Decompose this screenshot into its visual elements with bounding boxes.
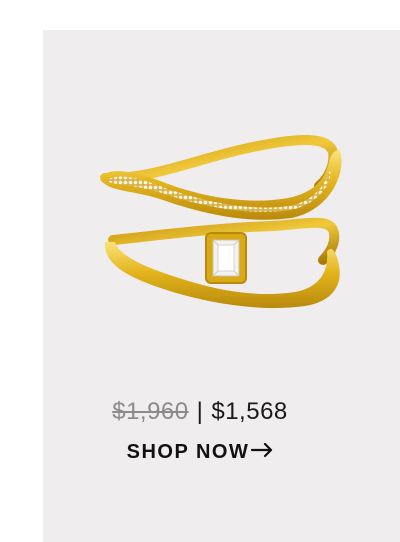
arrow-right-icon [251, 435, 273, 467]
sale-price: $1,568 [211, 398, 288, 425]
shop-now-link[interactable]: SHOP NOW [43, 436, 357, 469]
shop-now-label: SHOP NOW [126, 441, 250, 463]
original-price: $1,960 [112, 398, 189, 425]
price-row: $1,960 | $1,568 [43, 393, 357, 431]
price-separator: | [196, 398, 204, 425]
gold-diamond-ring-image[interactable] [43, 30, 400, 360]
